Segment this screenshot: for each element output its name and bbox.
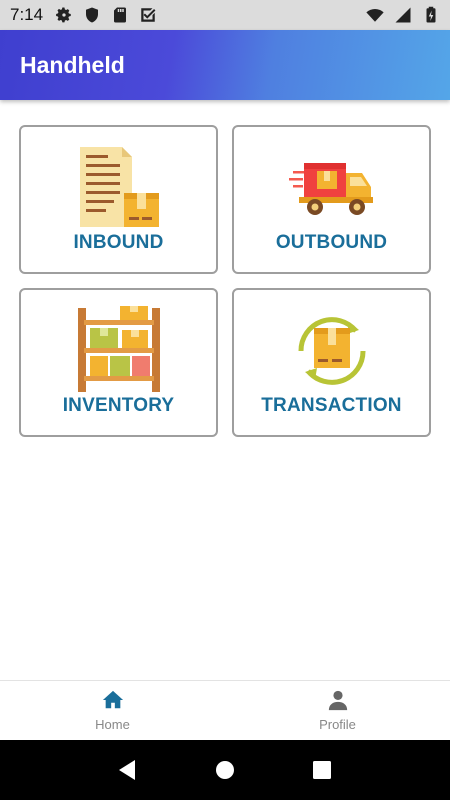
- home-icon: [102, 690, 123, 709]
- tile-outbound-label: OUTBOUND: [275, 232, 388, 253]
- nav-profile-label: Profile: [319, 717, 356, 732]
- back-icon[interactable]: [116, 758, 140, 782]
- app-bar: Handheld: [0, 30, 450, 100]
- tile-transaction-label: TRANSACTION: [261, 395, 402, 416]
- app-screen: 7:14 Handheld INBOUND OUTBOUND INVENTORY…: [0, 0, 450, 800]
- checkbox-icon: [141, 8, 156, 22]
- person-icon: [328, 690, 347, 711]
- status-right-icons: [366, 6, 440, 24]
- status-left-icons: [55, 6, 157, 24]
- shelf-icon: [77, 306, 160, 392]
- tile-outbound[interactable]: OUTBOUND: [232, 125, 431, 274]
- recents-icon[interactable]: [310, 758, 334, 782]
- shield-icon: [86, 7, 99, 23]
- delivery-truck-icon: [288, 163, 373, 215]
- tile-inventory-label: INVENTORY: [62, 395, 175, 416]
- system-nav-bar: [0, 740, 450, 800]
- settings-icon: [56, 7, 71, 23]
- home-circle-icon[interactable]: [213, 758, 237, 782]
- nav-item-home[interactable]: Home: [0, 681, 225, 740]
- signal-icon: [395, 7, 411, 23]
- sd-card-icon: [114, 7, 127, 23]
- bottom-nav: Home Profile: [0, 680, 450, 740]
- tile-inbound-label: INBOUND: [73, 232, 164, 253]
- wifi-icon: [366, 9, 384, 22]
- app-title: Handheld: [20, 51, 125, 78]
- nav-home-label: Home: [95, 717, 130, 732]
- tile-inventory[interactable]: INVENTORY: [19, 288, 218, 437]
- nav-item-profile[interactable]: Profile: [225, 681, 450, 740]
- box-cycle-icon: [297, 317, 366, 385]
- tile-transaction[interactable]: TRANSACTION: [232, 288, 431, 437]
- tile-inbound[interactable]: INBOUND: [19, 125, 218, 274]
- status-time: 7:14: [10, 5, 44, 24]
- status-bar: 7:14: [0, 0, 450, 30]
- battery-charging-icon: [426, 6, 436, 23]
- document-box-icon: [79, 147, 159, 227]
